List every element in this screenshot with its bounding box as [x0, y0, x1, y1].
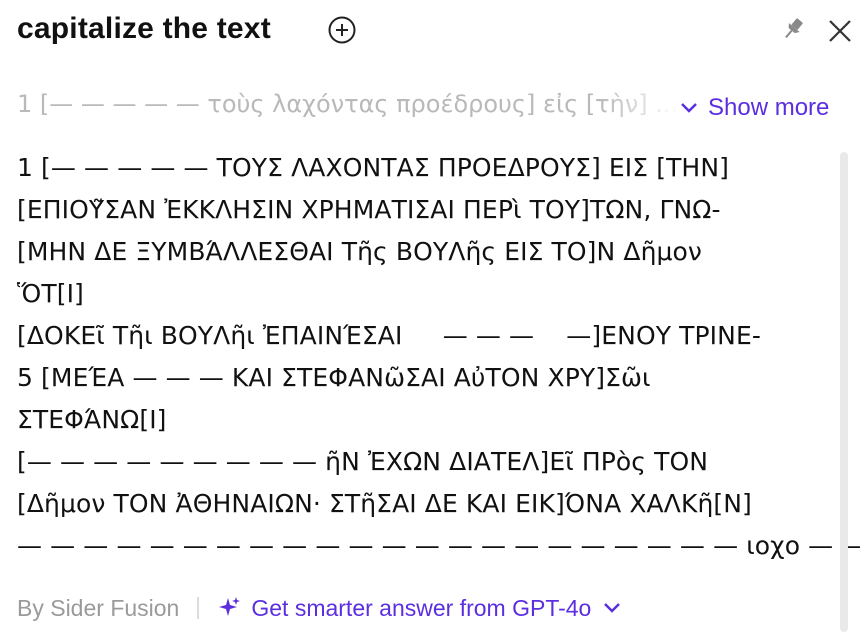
footer: By Sider Fusion Get smarter answer from … [17, 592, 621, 624]
page-title: capitalize the text [17, 12, 271, 45]
chevron-down-icon [604, 603, 621, 613]
smarter-answer-button[interactable]: Get smarter answer from GPT-4o [216, 595, 621, 622]
show-more-button[interactable]: Show more [680, 92, 829, 124]
chevron-down-icon [681, 103, 697, 113]
user-prompt-preview: 1 [— — — — — τοὺς λαχόντας προέδρους] εἰ… [17, 90, 677, 118]
close-icon [829, 20, 851, 42]
answer-line: 5 [ΜΕΈΑ — — — ΚΑΙ ΣΤΕΦΑΝῶΣΑΙ ΑὐΤΟΝ ΧΡΥ]Σ… [17, 363, 651, 392]
answer-line: [ΕΠΙΟΥ͂ΣΑΝ ἘΚΚΛΗΣΙΝ ΧΡΗΜΑΤΙΣΑΙ ΠΕΡὶ ΤΟΥ]… [17, 195, 721, 224]
model-attribution: By Sider Fusion [17, 594, 180, 621]
scrollbar[interactable] [840, 152, 848, 632]
smarter-answer-label: Get smarter answer from GPT-4o [251, 594, 592, 621]
pin-button[interactable] [778, 14, 808, 44]
answer-line: 1 [— — — — — ΤΟΥΣ ΛΑΧΟΝΤΑΣ ΠΡΟΕΔΡΟΥΣ] ΕΙ… [17, 153, 729, 182]
answer-line: ΣΤΕΦΆΝΩ[Ι] [17, 405, 167, 434]
answer-line: [Δῆμον ΤΟΝ ἈΘΗΝΑΙΩΝ· ΣΤῆΣΑΙ ΔΕ ΚΑΙ ΕΙΚ]Ό… [17, 489, 752, 518]
answer-line: — — — — — — — — — — — — — — — — — — — — … [17, 531, 860, 560]
answer-text: 1 [— — — — — ΤΟΥΣ ΛΑΧΟΝΤΑΣ ΠΡΟΕΔΡΟΥΣ] ΕΙ… [17, 147, 860, 567]
pin-icon [785, 18, 803, 39]
add-button[interactable] [326, 14, 358, 46]
panel-header: capitalize the text [17, 6, 860, 52]
sparkle-icon [219, 597, 241, 616]
plus-circle-icon [328, 16, 356, 44]
footer-divider [197, 597, 200, 619]
answer-line: [ΔΟΚΕῖ Τῆι ΒΟΥΛῆι ἘΠΑΙΝΈΣΑΙ — — — —]ΕΝΟΥ… [17, 321, 761, 350]
show-more-label: Show more [708, 94, 830, 121]
answer-line: [— — — — — — — — — ῆΝ ἘΧΩΝ ΔΙΑΤΕΛ]Εῖ ΠΡὸ… [17, 447, 709, 476]
prompt-fade [600, 88, 680, 126]
answer-line: ὍΤ[Ι] [17, 279, 84, 308]
close-button[interactable] [826, 17, 854, 45]
answer-line: [ΜΗΝ ΔΕ ΞΥΜΒΆΛΛΕΣΘΑΙ Τῆς ΒΟΥΛῆς ΕΙΣ ΤΟ]Ν… [17, 237, 702, 266]
